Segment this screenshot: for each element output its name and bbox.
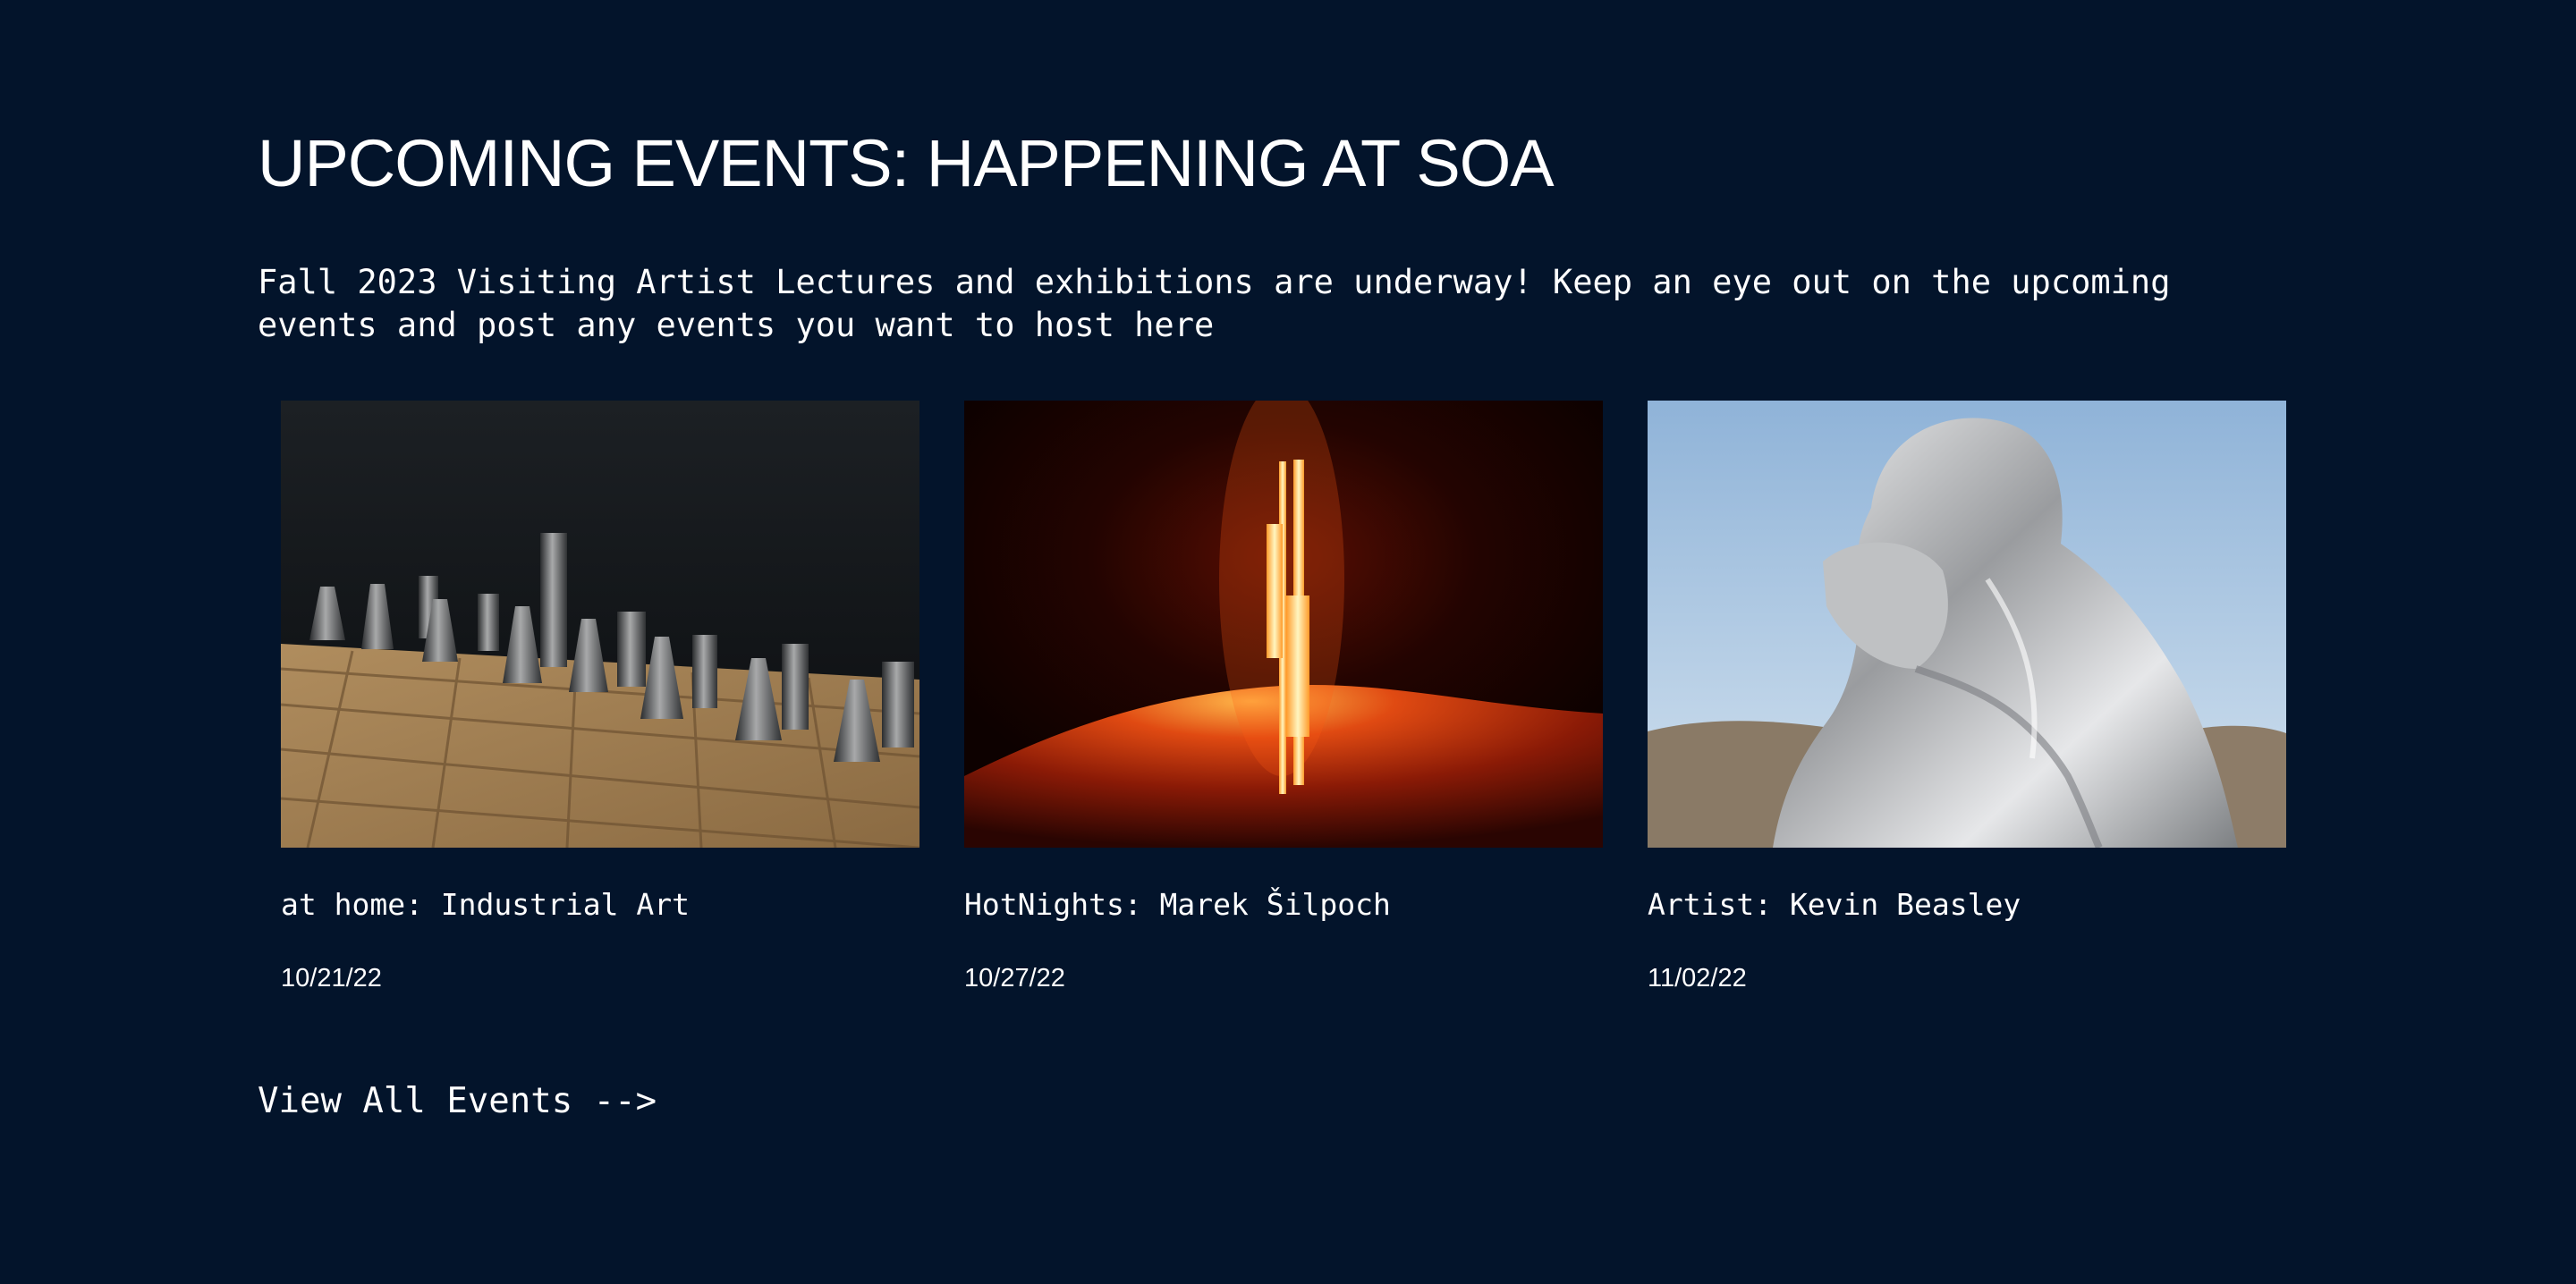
event-date: 10/21/22 <box>281 964 382 993</box>
event-date: 11/02/22 <box>1648 964 1747 993</box>
silver-draped-figure-photo-icon <box>1648 401 2286 848</box>
event-image-chess-set[interactable] <box>281 401 919 848</box>
event-title[interactable]: at home: Industrial Art <box>281 885 690 925</box>
event-card[interactable]: at home: Industrial Art 10/21/22 <box>281 401 919 1009</box>
event-title[interactable]: Artist: Kevin Beasley <box>1648 885 2021 925</box>
event-date: 10/27/22 <box>964 964 1065 993</box>
chess-set-photo-icon <box>281 401 919 848</box>
event-title[interactable]: HotNights: Marek Šilpoch <box>964 885 1391 925</box>
page-title: UPCOMING EVENTS: HAPPENING AT SOA <box>258 126 1555 200</box>
view-all-events-link[interactable]: View All Events --> <box>258 1078 657 1125</box>
event-card[interactable]: Artist: Kevin Beasley 11/02/22 <box>1648 401 2286 1009</box>
neon-light-sculpture-photo-icon <box>964 401 1603 848</box>
event-cards: at home: Industrial Art 10/21/22 HotNigh… <box>281 401 2302 1009</box>
event-image-draped-figure[interactable] <box>1648 401 2286 848</box>
event-card[interactable]: HotNights: Marek Šilpoch 10/27/22 <box>964 401 1603 1009</box>
event-image-neon-sculpture[interactable] <box>964 401 1603 848</box>
intro-text: Fall 2023 Visiting Artist Lectures and e… <box>258 263 2171 344</box>
upcoming-events-section: UPCOMING EVENTS: HAPPENING AT SOA Fall 2… <box>258 0 2318 1284</box>
